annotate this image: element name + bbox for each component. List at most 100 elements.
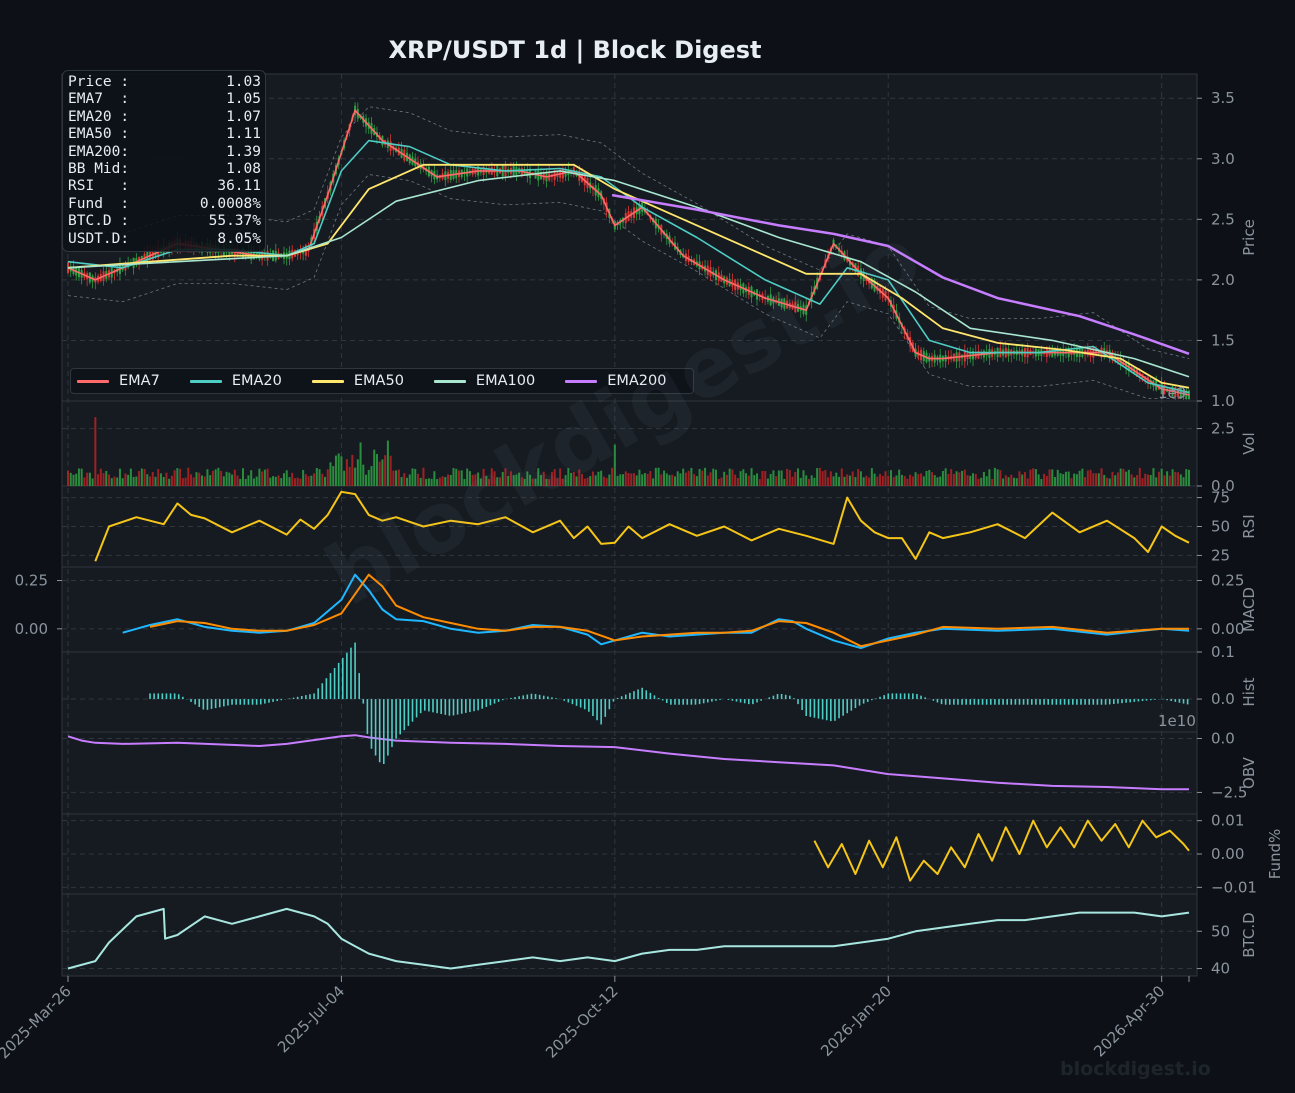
volume-bar [961,470,964,486]
hist-bar [944,699,947,705]
hist-bar [1166,699,1168,701]
volume-bar [222,476,225,486]
volume-bar [351,454,354,486]
hist-bar [370,699,373,749]
x-tick-label: 2026-Apr-30 [1090,982,1168,1060]
volume-bar [252,478,255,486]
volume-bar [1188,469,1190,486]
hist-bar [300,695,303,700]
volume-bar [723,471,726,486]
hist-bar [1170,699,1173,702]
volume-bar [1119,468,1122,486]
hist-bar [612,699,615,702]
info-value: 55.37% [208,213,261,230]
volume-bar [200,475,203,486]
volume-bar [362,464,365,486]
volume-bar [1141,478,1144,486]
volume-bar [879,474,882,486]
info-row: EMA7 : 1.05 [68,91,261,108]
volume-bar [780,470,783,486]
volume-bar [99,468,102,486]
hist-bar [292,697,295,700]
hist-bar [1076,699,1078,705]
volume-bar [206,469,209,486]
volume-bar [972,473,975,486]
volume-bar [392,470,395,486]
volume-bar [865,475,868,486]
hist-bar [600,699,602,725]
volume-bar [1157,471,1160,486]
hist-bar [432,699,434,713]
hist-bar [272,699,274,702]
volume-bar [761,470,764,486]
volume-bar [843,476,846,486]
hist-bar [871,699,873,701]
hist-bar [411,699,414,722]
hist-bar [247,699,250,705]
volume-bar [895,475,898,486]
y-tick-label-left: 0.25 [15,572,48,590]
hist-bar [317,688,319,700]
hist-bar [268,699,270,703]
volume-bar [1130,474,1133,486]
hist-bar [629,692,631,700]
volume-bar [952,473,955,486]
volume-bar [810,475,813,486]
hist-bar [522,695,525,700]
hist-bar [264,699,266,704]
volume-bar [241,468,244,486]
volume-bar [936,477,939,486]
hist-bar [481,699,484,709]
volume-bar [269,477,272,486]
hist-bar [403,699,406,731]
hist-bar [936,699,939,703]
hist-bar [735,699,738,702]
volume-bar [1007,477,1010,486]
volume-bar [859,471,862,486]
info-row: RSI : 36.11 [68,178,261,195]
hist-bar [727,699,730,700]
hist-bar [1113,699,1115,704]
volume-bar [788,469,791,486]
volume-bar [1034,469,1037,486]
info-label: Price : [68,74,130,90]
hist-bar [444,699,447,715]
hist-bar [748,699,750,705]
hist-bar [702,699,705,704]
volume-bar [1163,475,1166,486]
volume-bar [709,472,712,486]
hist-bar [616,697,619,700]
hist-bar [530,693,533,700]
volume-bar [261,471,264,486]
info-row: BB Mid: 1.08 [68,161,261,178]
y-tick-label: −0.01 [1211,878,1257,896]
volume-bar [1133,477,1136,486]
hist-bar [866,699,869,702]
volume-bar [181,478,184,486]
volume-bar [337,453,340,486]
hist-bar [932,699,935,701]
legend-label: EMA50 [353,373,404,389]
volume-bar [1103,474,1106,486]
volume-bar [1146,474,1149,486]
hist-bar [965,699,967,705]
volume-bar [97,474,100,486]
volume-bar [717,478,720,486]
volume-bar [1100,468,1103,486]
volume-bar [909,474,912,486]
hist-bar [1022,699,1025,705]
hist-bar [452,699,455,716]
volume-bar [288,477,291,486]
volume-bar [304,474,307,486]
hist-bar [731,699,734,701]
hist-bar [165,693,168,700]
x-tick-label: 2025-Jul-04 [274,982,348,1056]
volume-bar [1125,471,1128,486]
volume-bar [632,473,635,486]
volume-bar [296,477,299,486]
y-axis-label: OBV [1240,756,1258,789]
volume-bar [375,453,378,486]
volume-bar [687,470,690,486]
hist-bar [784,694,787,700]
panel-hist [61,651,1198,733]
